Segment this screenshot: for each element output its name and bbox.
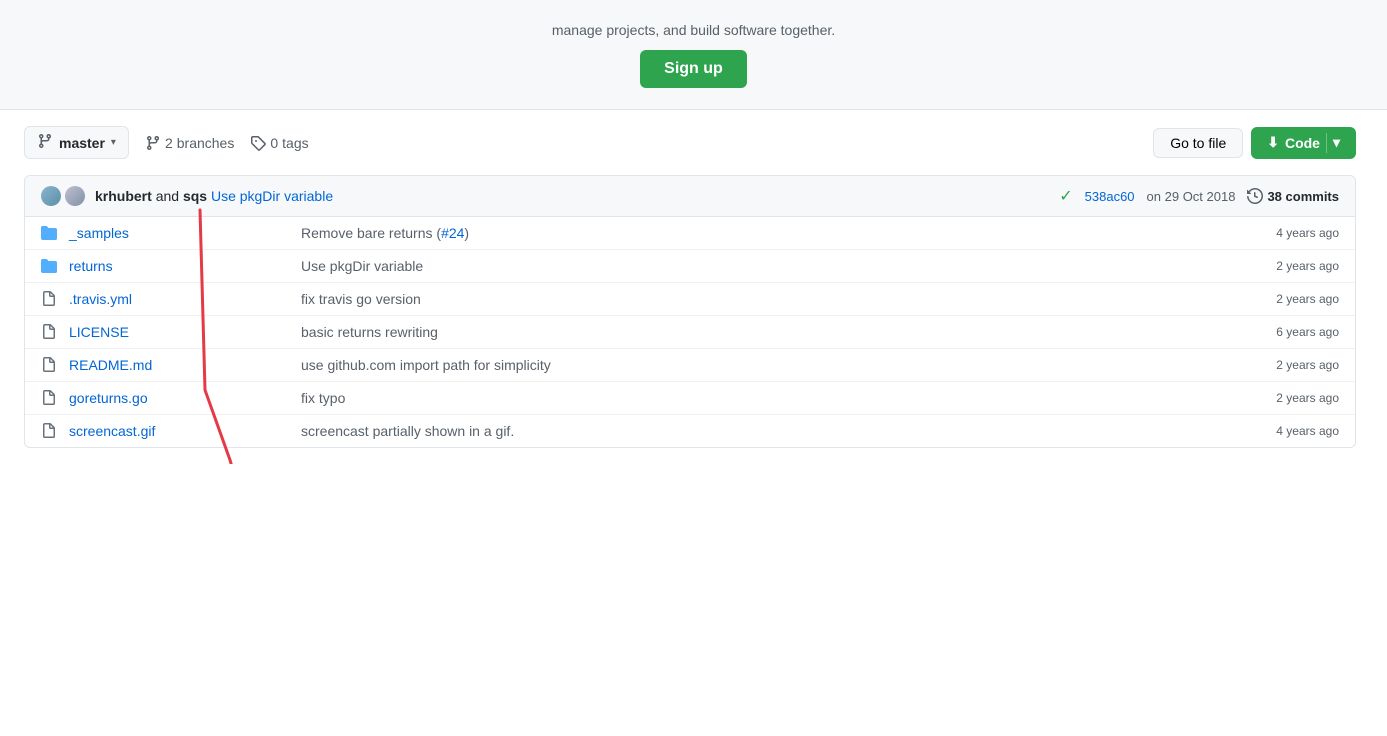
file-time: 2 years ago xyxy=(1249,292,1339,306)
branch-selector[interactable]: master ▾ xyxy=(24,126,129,159)
file-icon xyxy=(41,423,57,439)
file-message: fix travis go version xyxy=(301,291,1237,307)
tags-count: 0 xyxy=(270,135,278,151)
branches-link[interactable]: 2 branches xyxy=(145,135,234,151)
table-row: .travis.yml fix travis go version 2 years … xyxy=(25,283,1355,316)
code-label: Code xyxy=(1285,135,1320,151)
commit-message[interactable]: Use pkgDir variable xyxy=(211,188,333,204)
code-button[interactable]: ⬇ Code ▾ xyxy=(1251,127,1356,159)
file-message: basic returns rewriting xyxy=(301,324,1237,340)
avatar-krhubert xyxy=(41,186,61,206)
folder-icon xyxy=(41,258,57,274)
branches-count: 2 xyxy=(165,135,173,151)
file-name[interactable]: README.md xyxy=(69,357,289,373)
chevron-down-icon: ▾ xyxy=(111,137,116,148)
branch-bar: master ▾ 2 branches 0 tags xyxy=(24,126,1356,159)
avatar-group xyxy=(41,186,85,206)
branches-label: branches xyxy=(177,135,235,151)
avatar-sqs xyxy=(65,186,85,206)
repo-area: master ▾ 2 branches 0 tags xyxy=(0,110,1380,464)
tags-link[interactable]: 0 tags xyxy=(250,135,308,151)
file-time: 2 years ago xyxy=(1249,358,1339,372)
file-time: 2 years ago xyxy=(1249,259,1339,273)
file-message: Remove bare returns (#24) xyxy=(301,225,1237,241)
code-btn-divider xyxy=(1326,133,1327,153)
file-name[interactable]: screencast.gif xyxy=(69,423,289,439)
branch-name: master xyxy=(59,135,105,151)
file-message: Use pkgDir variable xyxy=(301,258,1237,274)
commit-link[interactable]: #24 xyxy=(441,225,464,241)
file-message: fix typo xyxy=(301,390,1237,406)
table-row: _samples Remove bare returns (#24) 4 years… xyxy=(25,217,1355,250)
table-row: goreturns.go fix typo 2 years ago xyxy=(25,382,1355,415)
tags-label: tags xyxy=(282,135,308,151)
file-time: 4 years ago xyxy=(1249,424,1339,438)
commits-count-text: 38 commits xyxy=(1267,189,1339,204)
top-banner: manage projects, and build software toge… xyxy=(0,0,1387,110)
table-row: returns Use pkgDir variable 2 years ago xyxy=(25,250,1355,283)
commit-check-icon: ✓ xyxy=(1059,186,1072,206)
commit-header-left: krhubert and sqs Use pkgDir variable xyxy=(41,186,333,206)
file-icon xyxy=(41,291,57,307)
code-chevron-icon: ▾ xyxy=(1333,134,1340,151)
commit-date: on 29 Oct 2018 xyxy=(1147,189,1236,204)
file-message: use github.com import path for simplicit… xyxy=(301,357,1237,373)
commit-header-right: ✓ 538ac60 on 29 Oct 2018 38 commits xyxy=(1059,186,1339,206)
file-icon xyxy=(41,357,57,373)
meta-links: 2 branches 0 tags xyxy=(145,135,309,151)
file-name[interactable]: returns xyxy=(69,258,289,274)
file-time: 4 years ago xyxy=(1249,226,1339,240)
table-row: screencast.gif screencast partially shown… xyxy=(25,415,1355,447)
file-name[interactable]: LICENSE xyxy=(69,324,289,340)
goto-file-button[interactable]: Go to file xyxy=(1153,128,1243,158)
branch-bar-right: Go to file ⬇ Code ▾ xyxy=(1153,127,1356,159)
file-icon xyxy=(41,324,57,340)
file-icon xyxy=(41,390,57,406)
branch-bar-left: master ▾ 2 branches 0 tags xyxy=(24,126,309,159)
file-name[interactable]: _samples xyxy=(69,225,289,241)
file-name[interactable]: goreturns.go xyxy=(69,390,289,406)
download-icon: ⬇ xyxy=(1267,134,1279,151)
banner-text: manage projects, and build software toge… xyxy=(552,22,835,38)
file-time: 2 years ago xyxy=(1249,391,1339,405)
table-row: README.md use github.com import path for … xyxy=(25,349,1355,382)
signup-button[interactable]: Sign up xyxy=(640,50,747,88)
file-name[interactable]: .travis.yml xyxy=(69,291,289,307)
file-time: 6 years ago xyxy=(1249,325,1339,339)
branch-icon xyxy=(37,133,53,152)
commit-author2[interactable]: sqs xyxy=(183,188,207,204)
commit-header: krhubert and sqs Use pkgDir variable ✓ 5… xyxy=(25,176,1355,217)
folder-icon xyxy=(41,225,57,241)
commit-hash[interactable]: 538ac60 xyxy=(1085,189,1135,204)
file-rows-container: _samples Remove bare returns (#24) 4 years… xyxy=(25,217,1355,447)
commit-info: krhubert and sqs Use pkgDir variable xyxy=(95,188,333,204)
commit-count[interactable]: 38 commits xyxy=(1247,188,1339,204)
file-table: krhubert and sqs Use pkgDir variable ✓ 5… xyxy=(24,175,1356,448)
table-row: LICENSE basic returns rewriting 6 years ag… xyxy=(25,316,1355,349)
file-message: screencast partially shown in a gif. xyxy=(301,423,1237,439)
commit-author1[interactable]: krhubert xyxy=(95,188,152,204)
